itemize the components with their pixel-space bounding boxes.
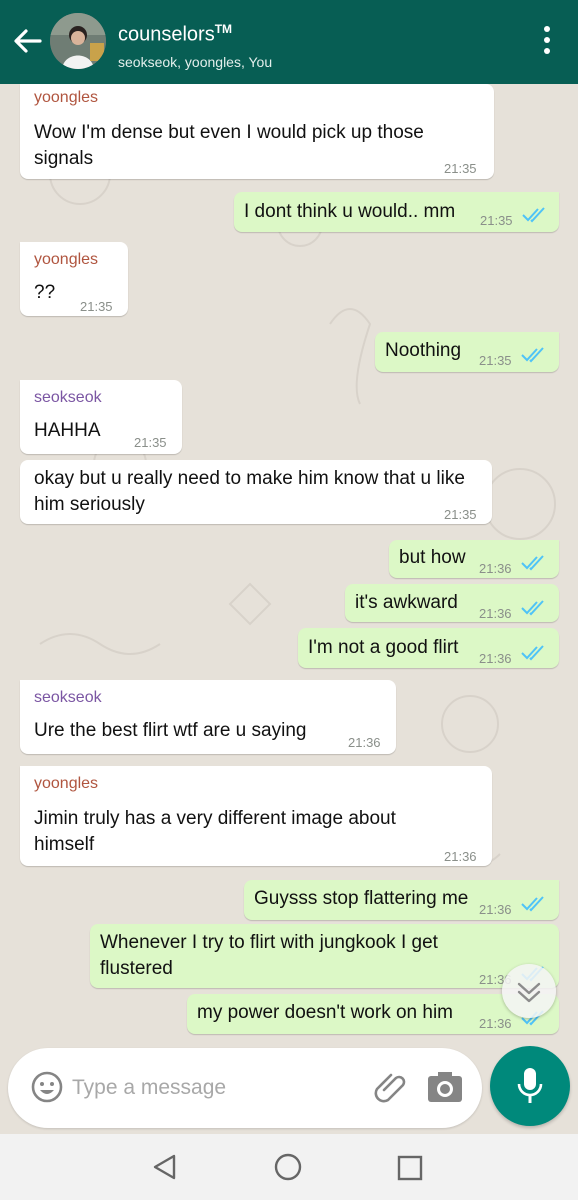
message-bubble[interactable]: okay but u really need to make him know …	[20, 460, 492, 524]
chat-header: counselorsTM seokseok, yoongles, You	[0, 0, 578, 84]
message-time: 21:36	[479, 651, 512, 666]
more-vert-icon[interactable]	[542, 26, 552, 56]
nav-recent-icon[interactable]	[396, 1154, 424, 1182]
sender-name: seokseok	[34, 389, 102, 406]
message-text: Jimin truly has a very different image a…	[34, 808, 396, 855]
message-bubble[interactable]: I dont think u would.. mm 21:35	[234, 192, 559, 232]
message-bubble[interactable]: Guysss stop flattering me 21:36	[244, 880, 559, 920]
message-text: Wow I'm dense but even I would pick up t…	[34, 122, 424, 169]
message-text: I'm not a good flirt	[308, 637, 459, 658]
double-check-icon	[521, 347, 544, 363]
message-text: HAHHA	[34, 420, 101, 441]
system-nav-bar	[0, 1134, 578, 1200]
mic-icon	[517, 1068, 543, 1103]
message-time: 21:35	[480, 213, 513, 228]
message-text: my power doesn't work on him	[197, 1002, 454, 1023]
trademark-mark: TM	[214, 22, 233, 36]
message-text: ??	[34, 282, 56, 303]
double-check-icon	[521, 645, 544, 661]
message-bubble[interactable]: I'm not a good flirt 21:36	[298, 628, 559, 668]
message-bubble[interactable]: yoongles Jimin truly has a very differen…	[20, 766, 492, 866]
sender-name: yoongles	[34, 251, 99, 268]
back-arrow-icon[interactable]	[10, 24, 44, 58]
sender-name: yoongles	[34, 89, 99, 106]
message-text: Guysss stop flattering me	[254, 888, 469, 909]
message-bubble[interactable]: it's awkward 21:36	[345, 584, 559, 622]
camera-icon[interactable]	[426, 1070, 464, 1106]
message-list[interactable]: yoongles Wow I'm dense but even I would …	[0, 84, 578, 1050]
message-time: 21:35	[479, 353, 512, 368]
message-time: 21:36	[479, 902, 512, 917]
message-time: 21:35	[444, 161, 477, 176]
attach-icon[interactable]	[372, 1068, 412, 1108]
emoji-icon[interactable]	[30, 1070, 64, 1104]
message-time: 21:35	[444, 507, 477, 522]
message-text: Whenever I try to flirt with jungkook I …	[100, 932, 438, 979]
nav-back-icon[interactable]	[150, 1152, 178, 1182]
message-text: Noothing	[385, 340, 462, 361]
double-check-icon	[522, 207, 545, 223]
message-time: 21:36	[479, 606, 512, 621]
message-text: Ure the best flirt wtf are u saying	[34, 720, 307, 741]
double-check-icon	[521, 896, 544, 912]
message-text: but how	[399, 547, 466, 568]
chat-title[interactable]: counselorsTM	[118, 16, 272, 48]
message-bubble[interactable]: but how 21:36	[389, 540, 559, 578]
message-text: I dont think u would.. mm	[244, 201, 456, 222]
mic-button[interactable]	[490, 1046, 570, 1126]
message-bubble[interactable]: yoongles Wow I'm dense but even I would …	[20, 84, 494, 179]
message-input[interactable]	[72, 1070, 352, 1106]
scroll-down-icon	[517, 982, 541, 1003]
participants-list[interactable]: seokseok, yoongles, You	[118, 52, 272, 72]
double-check-icon	[521, 555, 544, 571]
double-check-icon	[521, 600, 544, 616]
sender-name: yoongles	[34, 775, 99, 792]
message-bubble[interactable]: seokseok HAHHA 21:35	[20, 380, 182, 454]
scroll-down-button[interactable]	[502, 964, 556, 1018]
message-bubble[interactable]: seokseok Ure the best flirt wtf are u sa…	[20, 680, 396, 754]
message-time: 21:36	[444, 849, 477, 864]
nav-home-icon[interactable]	[272, 1151, 304, 1183]
message-time: 21:36	[479, 561, 512, 576]
message-bubble[interactable]: yoongles ?? 21:35	[20, 242, 128, 316]
message-bubble[interactable]: Whenever I try to flirt with jungkook I …	[90, 924, 559, 988]
message-text: okay but u really need to make him know …	[34, 468, 465, 515]
sender-name: seokseok	[34, 689, 102, 706]
message-bubble[interactable]: Noothing 21:35	[375, 332, 559, 372]
message-time: 21:35	[134, 435, 167, 450]
group-avatar[interactable]	[50, 13, 106, 69]
composer-bar	[8, 1048, 482, 1128]
message-time: 21:35	[80, 299, 113, 314]
message-text: it's awkward	[355, 592, 458, 613]
message-time: 21:36	[348, 735, 381, 750]
